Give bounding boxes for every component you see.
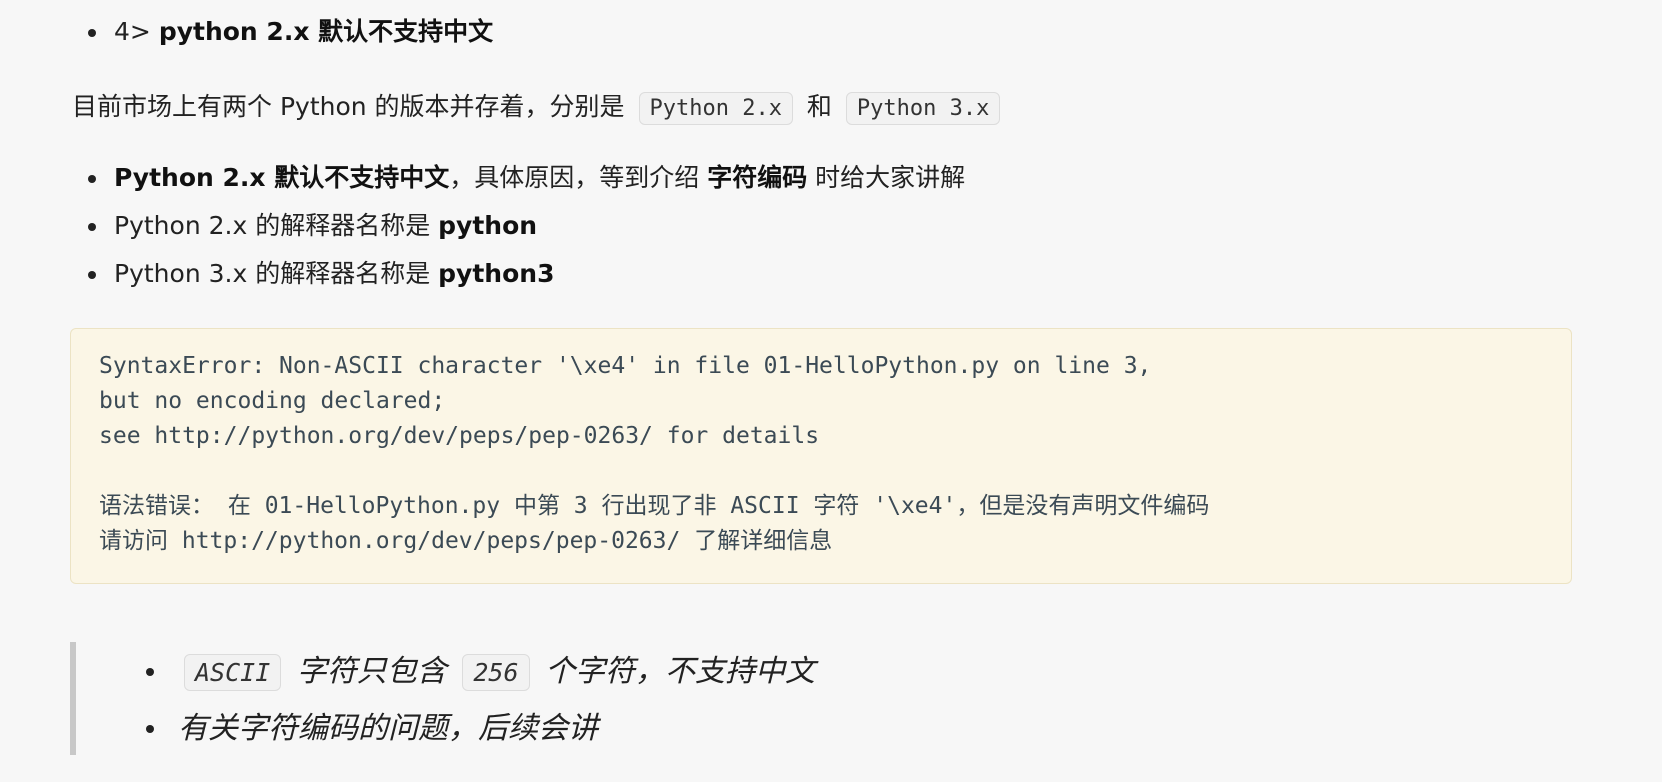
quote-list: ASCII 字符只包含 256 个字符，不支持中文 有关字符编码的问题，后续会讲: [136, 644, 815, 757]
section-prefix: 4>: [114, 17, 151, 46]
point-text: Python 2.x 的解释器名称是: [114, 211, 431, 240]
code-block: SyntaxError: Non-ASCII character '\xe4' …: [70, 328, 1572, 584]
document-page: 4> python 2.x 默认不支持中文 目前市场上有两个 Python 的版…: [0, 0, 1662, 782]
list-item: ASCII 字符只包含 256 个字符，不支持中文: [136, 644, 815, 701]
code-line: SyntaxError: Non-ASCII character '\xe4' …: [99, 353, 1152, 379]
intro-text: 目前市场上有两个 Python 的版本并存着，分别是: [72, 92, 625, 121]
point-bold: python: [438, 211, 538, 240]
point-text: Python 3.x 的解释器名称是: [114, 259, 431, 288]
inline-code-ascii: ASCII: [184, 654, 282, 691]
version-points-list: Python 2.x 默认不支持中文，具体原因，等到介绍 字符编码 时给大家讲解…: [80, 154, 965, 298]
inline-code-256: 256: [462, 654, 530, 691]
code-line: 语法错误： 在 01-HelloPython.py 中第 3 行出现了非 ASC…: [99, 493, 1210, 519]
intro-paragraph: 目前市场上有两个 Python 的版本并存着，分别是 Python 2.x 和 …: [72, 86, 1006, 130]
section-title: python 2.x 默认不支持中文: [158, 17, 494, 46]
code-line: see http://python.org/dev/peps/pep-0263/…: [99, 423, 820, 449]
list-item: 4> python 2.x 默认不支持中文: [80, 8, 493, 56]
list-item: Python 2.x 的解释器名称是 python: [80, 202, 965, 250]
code-line: but no encoding declared;: [99, 388, 446, 414]
quote-text: 个字符，不支持中文: [545, 654, 816, 689]
code-line: 请访问 http://python.org/dev/peps/pep-0263/…: [99, 528, 833, 554]
section-list: 4> python 2.x 默认不支持中文: [80, 8, 493, 56]
blockquote: ASCII 字符只包含 256 个字符，不支持中文 有关字符编码的问题，后续会讲: [70, 642, 1370, 755]
quote-text: 字符只包含: [296, 654, 447, 689]
inline-code-python2: Python 2.x: [638, 92, 793, 125]
list-item: Python 3.x 的解释器名称是 python3: [80, 250, 965, 298]
list-item: 有关字符编码的问题，后续会讲: [136, 701, 815, 757]
intro-conjunction: 和: [806, 92, 832, 121]
point-text: 时给大家讲解: [815, 163, 966, 192]
point-text: ，具体原因，等到介绍: [449, 163, 700, 192]
point-bold: 字符编码: [707, 163, 808, 192]
point-bold: python3: [438, 259, 555, 288]
list-item: Python 2.x 默认不支持中文，具体原因，等到介绍 字符编码 时给大家讲解: [80, 154, 965, 202]
quote-text: 有关字符编码的问题，后续会讲: [178, 711, 598, 746]
inline-code-python3: Python 3.x: [845, 92, 1001, 125]
point-bold: Python 2.x 默认不支持中文: [114, 163, 450, 192]
